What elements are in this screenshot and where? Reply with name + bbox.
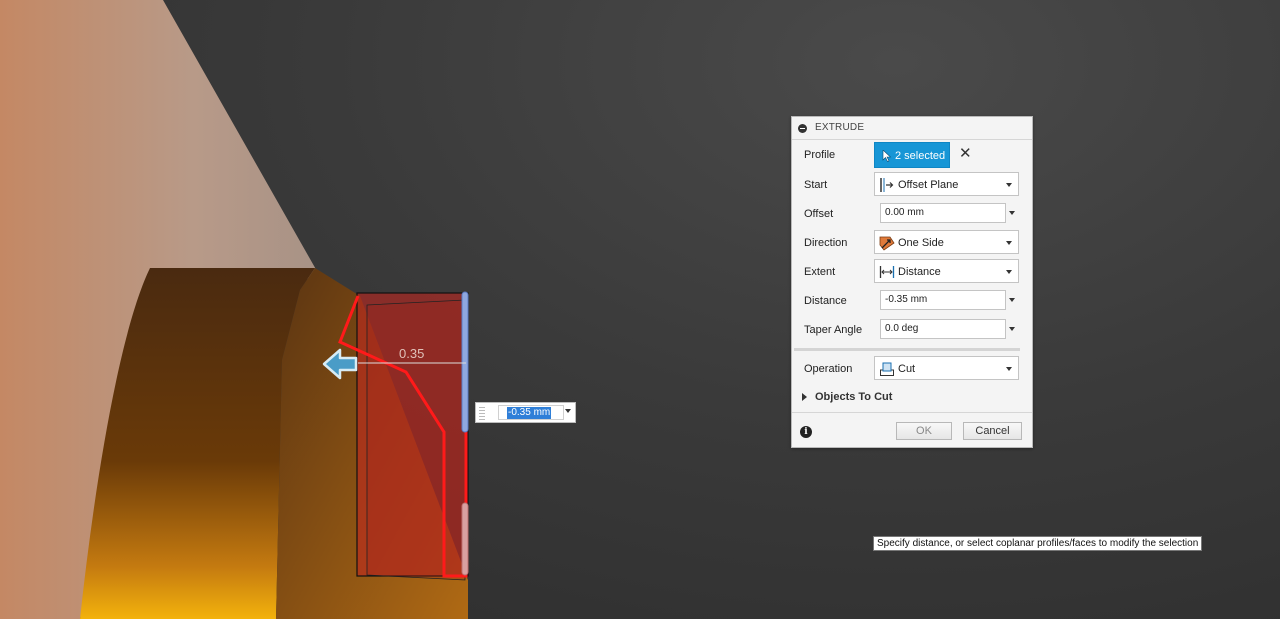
row-extent: Extent Distance [792,259,1032,285]
direction-label: Direction [804,237,848,249]
info-icon[interactable]: i [800,426,812,438]
taper-angle-label: Taper Angle [804,324,863,336]
chevron-down-icon [1006,183,1012,187]
ok-button[interactable]: OK [896,422,952,440]
distance-label: Distance [804,295,847,307]
operation-select[interactable]: Cut [874,356,1019,380]
distance-inline-input[interactable]: -0.35 mm [475,402,576,423]
distance-icon [879,266,895,278]
drag-grip-icon[interactable] [479,406,485,420]
start-value: Offset Plane [898,179,959,191]
row-distance: Distance -0.35 mm [792,288,1032,314]
profile-value: 2 selected [895,150,946,162]
model-canvas[interactable]: 0.35 [0,0,1280,619]
taper-angle-input[interactable]: 0.0 deg [880,319,1006,339]
chevron-down-icon [1006,367,1012,371]
taper-angle-value: 0.0 deg [885,323,919,334]
row-profile: Profile 2 selected ✕ [792,142,1032,168]
cancel-button[interactable]: Cancel [963,422,1022,440]
operation-label: Operation [804,363,853,375]
cut-icon [880,362,894,376]
distance-input[interactable]: -0.35 mm [880,290,1006,310]
row-direction: Direction One Side [792,230,1032,256]
chevron-down-icon [1006,241,1012,245]
row-start: Start Offset Plane [792,172,1032,198]
direction-select[interactable]: One Side [874,230,1019,254]
chevron-down-icon[interactable] [1009,298,1015,302]
chevron-down-icon[interactable] [565,409,571,413]
offset-plane-icon [880,178,894,192]
start-label: Start [804,179,828,191]
3d-viewport[interactable]: 0.35 -0.35 mm [0,0,1280,619]
chevron-down-icon[interactable] [1009,327,1015,331]
selected-edge-upper [461,291,469,433]
row-taper-angle: Taper Angle 0.0 deg [792,317,1032,343]
close-icon[interactable]: ✕ [959,146,972,162]
selected-edge-lower [461,502,469,576]
extent-value: Distance [898,266,941,278]
dialog-header[interactable]: EXTRUDE [792,117,1032,140]
cut-preview-inner [366,299,466,581]
operation-value: Cut [898,363,916,375]
row-operation: Operation Cut [792,356,1032,382]
collapse-icon[interactable] [798,124,807,133]
offset-label: Offset [804,208,834,220]
objects-to-cut-label: Objects To Cut [815,391,893,403]
objects-to-cut-expander[interactable]: Objects To Cut [792,388,1032,408]
dialog-title: EXTRUDE [815,122,865,133]
start-select[interactable]: Offset Plane [874,172,1019,196]
distance-inline-field[interactable]: -0.35 mm [498,405,564,420]
offset-value: 0.00 mm [885,207,924,218]
dimension-label: 0.35 [399,346,424,361]
chevron-down-icon [1006,270,1012,274]
direction-icon [879,236,895,251]
row-offset: Offset 0.00 mm [792,201,1032,227]
distance-value: -0.35 mm [885,294,928,305]
section-divider [794,348,1020,351]
extent-label: Extent [804,266,836,278]
extent-select[interactable]: Distance [874,259,1019,283]
chevron-right-icon [802,393,807,401]
chevron-down-icon[interactable] [1009,211,1015,215]
tooltip: Specify distance, or select coplanar pro… [873,536,1203,551]
cursor-icon [882,150,892,162]
profile-select-button[interactable]: 2 selected [874,142,950,168]
offset-input[interactable]: 0.00 mm [880,203,1006,223]
dialog-footer: i OK Cancel [792,412,1032,448]
distance-inline-value: -0.35 mm [507,407,552,419]
extrude-dialog: EXTRUDE Profile 2 selected ✕ Start Offse… [791,116,1033,448]
profile-label: Profile [804,149,836,161]
direction-value: One Side [898,237,944,249]
